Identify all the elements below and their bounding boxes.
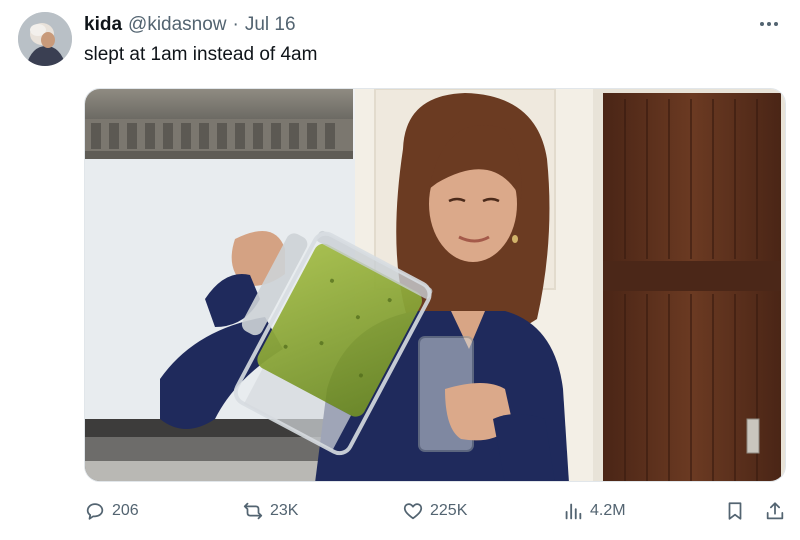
speech-bubble-icon [86,503,104,520]
bookmark-button[interactable] [724,500,746,522]
views-button[interactable]: 4.2M [562,500,626,522]
tweet-text: slept at 1am instead of 4am [84,44,318,65]
bar-chart-icon [565,503,582,520]
like-count: 225K [430,502,468,519]
more-options-button[interactable] [754,14,784,34]
photo-woman-pouring-smoothie [85,89,785,481]
reply-button[interactable]: 206 [84,500,139,522]
repost-button[interactable]: 23K [242,500,298,522]
user-handle[interactable]: @kidasnow [128,14,227,36]
repost-count: 23K [270,502,299,519]
share-upload-icon [766,502,784,520]
avatar-image [18,12,72,66]
tweet-actions: 206 23K 225K 4.2M [84,500,786,530]
view-count: 4.2M [590,502,626,519]
reply-count: 206 [112,502,139,519]
bookmark-icon [728,502,742,520]
tweet-photo[interactable] [84,88,786,482]
like-button[interactable]: 225K [402,500,467,522]
separator-dot: · [232,14,239,35]
avatar[interactable] [18,12,72,66]
tweet-header: kida @kidasnow · Jul 16 [84,14,296,36]
ellipsis-icon [760,22,764,26]
repost-arrows-icon [243,502,263,520]
share-button[interactable] [764,500,786,522]
tweet-date[interactable]: Jul 16 [245,14,296,36]
heart-icon [403,503,423,520]
display-name[interactable]: kida [84,14,122,36]
